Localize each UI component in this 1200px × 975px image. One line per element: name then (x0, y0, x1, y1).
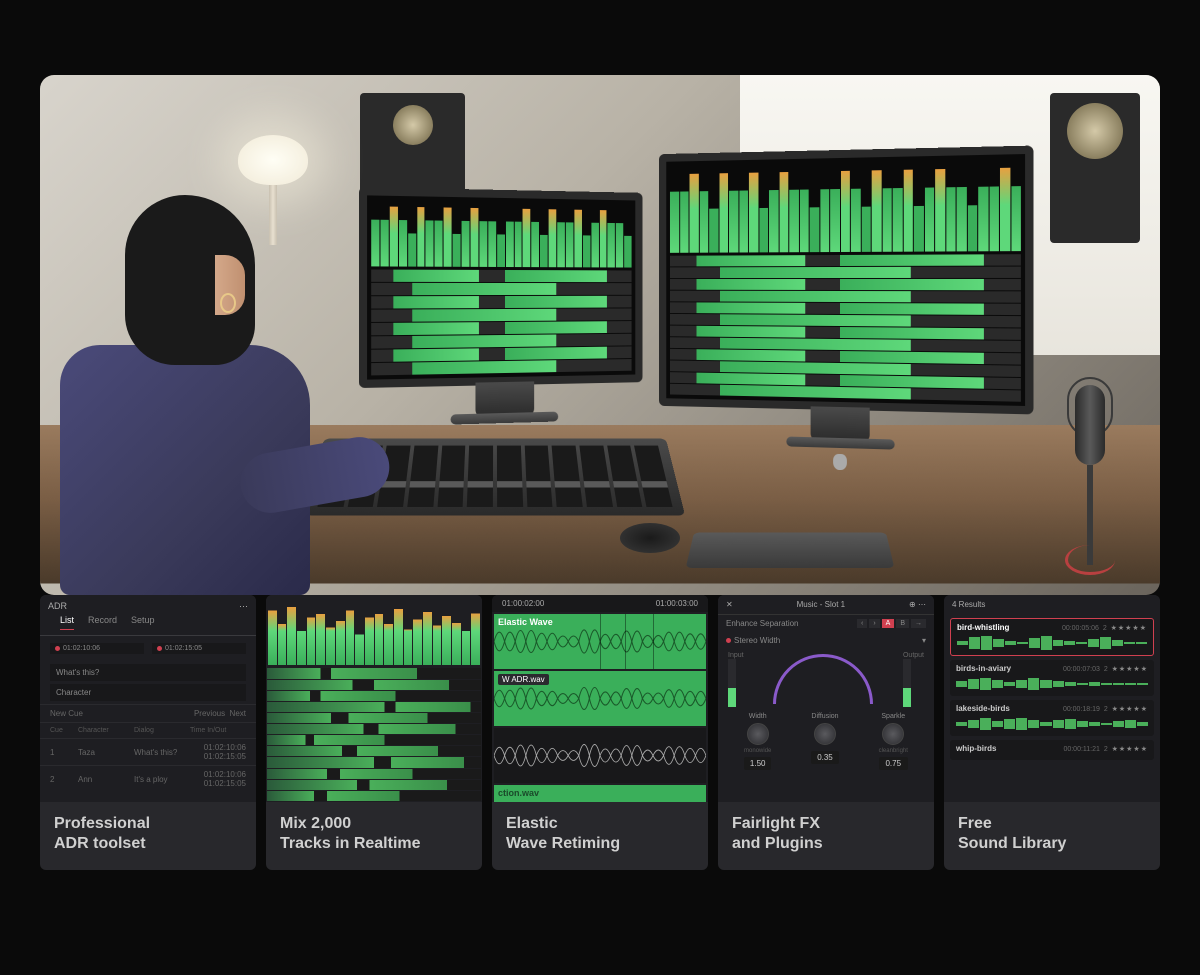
card-label: Free Sound Library (944, 802, 1160, 870)
fx-arrow-icon[interactable]: → (911, 619, 926, 628)
mix-level-meters (266, 595, 482, 667)
fx-compare-b[interactable]: B (896, 619, 909, 628)
adr-cue-row[interactable]: 2 Ann It's a ploy 01:02:10:0601:02:15:05 (40, 765, 256, 792)
daw-track-lanes (670, 254, 1021, 402)
monitor-right (659, 146, 1034, 415)
fx-header-controls[interactable]: ⊕ ⋯ (909, 600, 926, 609)
adr-new-cue-button[interactable]: New Cue (50, 709, 83, 718)
studio-speaker-right (1050, 93, 1140, 243)
fx-enable-dot-icon[interactable] (726, 638, 731, 643)
card-fairlight-fx[interactable]: ✕ Music - Slot 1 ⊕ ⋯ Enhance Separation … (718, 595, 934, 870)
fx-knob-sparkle[interactable]: Sparkle cleanbright 0.75 (879, 713, 908, 770)
daw-mixer-meters (371, 200, 631, 268)
rating-stars-icon[interactable]: ★★★★★ (1112, 746, 1148, 753)
close-icon[interactable]: ✕ (726, 600, 733, 609)
fx-output-label: Output (903, 652, 924, 659)
lib-sound-item[interactable]: lakeside-birds 00:00:18:19 2 ★★★★★ (950, 700, 1154, 736)
card-elastic-wave[interactable]: 01:00:02:00 01:00:03:00 Elastic Wave W A… (492, 595, 708, 870)
adr-character-field[interactable]: Character (50, 684, 246, 701)
fx-slot-title: Music - Slot 1 (797, 600, 845, 609)
jog-wheel (620, 523, 680, 553)
card-label: Elastic Wave Retiming (492, 802, 708, 870)
lib-sound-item[interactable]: whip-birds 00:00:11:21 2 ★★★★★ (950, 740, 1154, 760)
microphone (1065, 385, 1115, 565)
fx-output-meter (903, 659, 911, 707)
lib-sound-item[interactable]: bird-whistling 00:00:05:06 2 ★★★★★ (950, 618, 1154, 656)
lib-waveform (957, 635, 1147, 651)
apple-logo-icon (833, 454, 847, 470)
elastic-wave-clip[interactable]: Elastic Wave (494, 614, 706, 669)
feature-cards-row: ADR ⋯ List Record Setup 01:02:10:06 01:0… (40, 595, 1160, 870)
adr-time-out[interactable]: 01:02:15:05 (152, 643, 246, 654)
fx-input-label: Input (728, 652, 744, 659)
adr-panel-title: ADR (48, 601, 67, 612)
daw-mixer-meters (670, 158, 1021, 252)
fx-knob-width[interactable]: Width monowide 1.50 (744, 713, 771, 770)
card-label: Mix 2,000 Tracks in Realtime (266, 802, 482, 870)
timecode-label: 01:00:03:00 (656, 599, 698, 608)
card-label: Professional ADR toolset (40, 802, 256, 870)
fx-nav-next-icon[interactable]: › (869, 619, 879, 628)
adr-panel-controls-icon: ⋯ (239, 601, 248, 612)
adr-tab-list[interactable]: List (60, 615, 74, 630)
lib-result-count: 4 Results (944, 595, 1160, 614)
source-wave-clip[interactable] (494, 728, 706, 783)
knob-icon[interactable] (882, 723, 904, 745)
fx-preset-name[interactable]: Enhance Separation (726, 619, 799, 628)
card-adr-toolset[interactable]: ADR ⋯ List Record Setup 01:02:10:06 01:0… (40, 595, 256, 870)
daw-track-lanes (371, 269, 631, 375)
lib-waveform (956, 716, 1148, 732)
fx-knob-diffusion[interactable]: Diffusion 0.35 (811, 713, 838, 770)
adr-dialog-field[interactable]: What's this? (50, 664, 246, 681)
hero-studio-scene (40, 75, 1160, 595)
adr-time-in[interactable]: 01:02:10:06 (50, 643, 144, 654)
adr-tab-record[interactable]: Record (88, 615, 117, 630)
fx-nav-prev-icon[interactable]: ‹ (857, 619, 867, 628)
adr-tab-setup[interactable]: Setup (131, 615, 155, 630)
wave-clip-label: ction.wav (494, 785, 706, 802)
record-dot-icon (157, 646, 162, 651)
fx-input-meter (728, 659, 736, 707)
fx-section-title: Stereo Width (734, 636, 780, 645)
adr-next-button[interactable]: Next (230, 709, 246, 718)
fx-stereo-dial[interactable] (773, 654, 873, 704)
knob-icon[interactable] (814, 723, 836, 745)
timecode-label: 01:00:02:00 (502, 599, 544, 608)
record-dot-icon (55, 646, 60, 651)
mix-track-clips (266, 667, 482, 802)
person-at-desk (40, 165, 320, 595)
rating-stars-icon[interactable]: ★★★★★ (1111, 625, 1147, 632)
fx-compare-a[interactable]: A (882, 619, 895, 628)
wav-file-icon: W (502, 675, 510, 684)
adr-cue-row[interactable]: 1 Taza What's this? 01:02:10:0601:02:15:… (40, 738, 256, 765)
rating-stars-icon[interactable]: ★★★★★ (1112, 706, 1148, 713)
adr-prev-button[interactable]: Previous (194, 709, 225, 718)
card-sound-library[interactable]: 4 Results bird-whistling 00:00:05:06 2 ★… (944, 595, 1160, 870)
adr-table-header: Cue Character Dialog Time In/Out (40, 722, 256, 738)
keyboard (686, 533, 895, 568)
monitor-left (359, 187, 643, 388)
lib-sound-item[interactable]: birds-in-aviary 00:00:07:03 2 ★★★★★ (950, 660, 1154, 696)
adr-wave-clip[interactable]: W ADR.wav (494, 671, 706, 726)
lib-waveform (956, 676, 1148, 692)
chevron-down-icon[interactable]: ▾ (922, 636, 926, 645)
card-label: Fairlight FX and Plugins (718, 802, 934, 870)
rating-stars-icon[interactable]: ★★★★★ (1112, 666, 1148, 673)
card-mix-realtime[interactable]: Mix 2,000 Tracks in Realtime (266, 595, 482, 870)
knob-icon[interactable] (747, 723, 769, 745)
